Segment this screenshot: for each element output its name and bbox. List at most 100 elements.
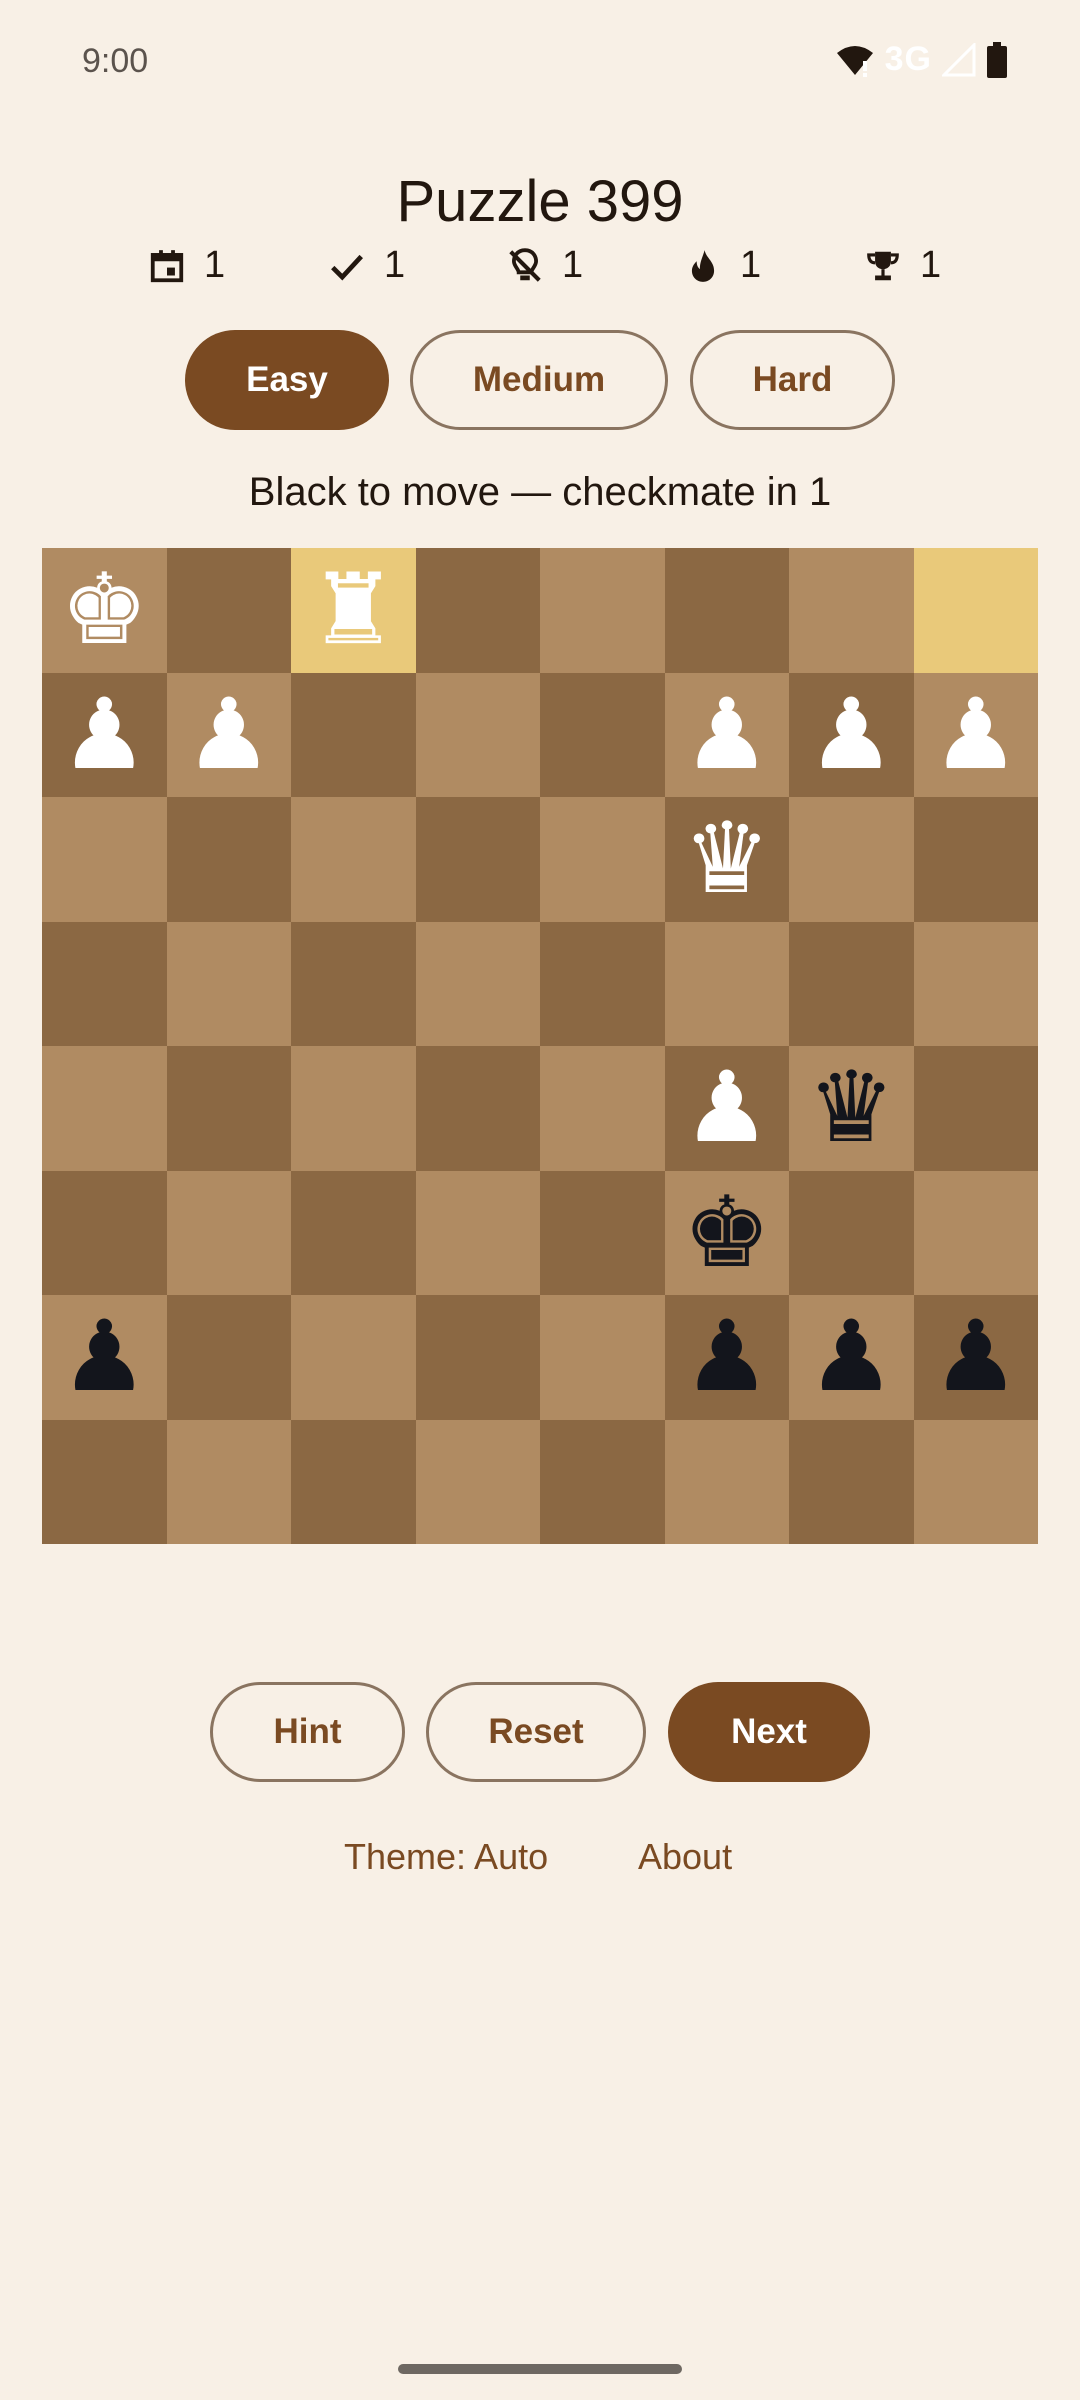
home-indicator[interactable] xyxy=(398,2364,682,2374)
square-f5[interactable] xyxy=(664,921,789,1046)
square-f4[interactable]: ♟ xyxy=(664,1046,789,1171)
black-king-icon[interactable]: ♚ xyxy=(683,1184,771,1282)
square-f3[interactable]: ♚ xyxy=(664,1170,789,1295)
square-h3[interactable] xyxy=(913,1170,1038,1295)
square-f7[interactable]: ♟ xyxy=(664,672,789,797)
battery-icon xyxy=(987,41,1007,78)
square-a8[interactable]: ♚ xyxy=(42,548,167,673)
square-d4[interactable] xyxy=(415,1046,540,1171)
square-f8[interactable] xyxy=(664,548,789,673)
square-a5[interactable] xyxy=(42,921,167,1046)
square-f2[interactable]: ♟ xyxy=(664,1295,789,1420)
next-button[interactable]: Next xyxy=(668,1682,870,1782)
square-h4[interactable] xyxy=(913,1046,1038,1171)
square-b7[interactable]: ♟ xyxy=(166,672,291,797)
black-pawn-icon[interactable]: ♟ xyxy=(683,1308,771,1406)
difficulty-medium-button[interactable]: Medium xyxy=(410,330,668,430)
square-c1[interactable] xyxy=(291,1419,416,1544)
white-queen-icon[interactable]: ♛ xyxy=(683,810,771,908)
square-b3[interactable] xyxy=(166,1170,291,1295)
square-a6[interactable] xyxy=(42,797,167,922)
square-b8[interactable] xyxy=(166,548,291,673)
square-d2[interactable] xyxy=(415,1295,540,1420)
square-g5[interactable] xyxy=(789,921,914,1046)
page-title: Puzzle 399 xyxy=(396,169,684,234)
square-d3[interactable] xyxy=(415,1170,540,1295)
square-f1[interactable] xyxy=(664,1419,789,1544)
square-c5[interactable] xyxy=(291,921,416,1046)
square-c2[interactable] xyxy=(291,1295,416,1420)
square-e8[interactable] xyxy=(540,548,665,673)
white-pawn-icon[interactable]: ♟ xyxy=(683,1059,771,1157)
square-h8[interactable] xyxy=(913,548,1038,673)
square-a7[interactable]: ♟ xyxy=(42,672,167,797)
square-g4[interactable]: ♛ xyxy=(789,1046,914,1171)
theme-toggle[interactable]: Theme: Auto xyxy=(344,1836,548,1878)
square-g1[interactable] xyxy=(789,1419,914,1544)
square-e1[interactable] xyxy=(540,1419,665,1544)
about-link[interactable]: About xyxy=(638,1836,732,1878)
square-e4[interactable] xyxy=(540,1046,665,1171)
square-h6[interactable] xyxy=(913,797,1038,922)
white-pawn-icon[interactable]: ♟ xyxy=(807,686,895,784)
square-b6[interactable] xyxy=(166,797,291,922)
stat-best-value: 1 xyxy=(920,244,942,286)
square-h5[interactable] xyxy=(913,921,1038,1046)
stat-solved-value: 1 xyxy=(384,244,406,286)
white-rook-icon[interactable]: ♜ xyxy=(309,561,397,659)
square-d5[interactable] xyxy=(415,921,540,1046)
stat-solved: 1 xyxy=(328,244,405,287)
square-g7[interactable]: ♟ xyxy=(789,672,914,797)
square-c6[interactable] xyxy=(291,797,416,922)
puzzle-prompt: Black to move — checkmate in 1 xyxy=(248,470,832,514)
square-a2[interactable]: ♟ xyxy=(42,1295,167,1420)
hint-button[interactable]: Hint xyxy=(210,1682,405,1782)
square-g6[interactable] xyxy=(789,797,914,922)
square-c8[interactable]: ♜ xyxy=(291,548,416,673)
difficulty-easy-button[interactable]: Easy xyxy=(185,330,389,430)
chess-board[interactable]: ♚ ♜ ♟ ♟ ♟ ♟ ♟ ♛ ♟ ♛ ♚ ♟ ♟ ♟ ♟ xyxy=(42,548,1038,1544)
square-g3[interactable] xyxy=(789,1170,914,1295)
square-h1[interactable] xyxy=(913,1419,1038,1544)
black-pawn-icon[interactable]: ♟ xyxy=(60,1308,148,1406)
black-pawn-icon[interactable]: ♟ xyxy=(807,1308,895,1406)
stat-no-hints: 1 xyxy=(506,244,583,287)
square-e2[interactable] xyxy=(540,1295,665,1420)
difficulty-hard-button[interactable]: Hard xyxy=(690,330,895,430)
wifi-icon xyxy=(836,45,873,77)
white-pawn-icon[interactable]: ♟ xyxy=(683,686,771,784)
square-h7[interactable]: ♟ xyxy=(913,672,1038,797)
white-pawn-icon[interactable]: ♟ xyxy=(185,686,273,784)
square-d6[interactable] xyxy=(415,797,540,922)
black-queen-icon[interactable]: ♛ xyxy=(807,1059,895,1157)
square-b5[interactable] xyxy=(166,921,291,1046)
action-controls: Hint Reset Next xyxy=(0,1682,1080,1786)
square-h2[interactable]: ♟ xyxy=(913,1295,1038,1420)
square-d7[interactable] xyxy=(415,672,540,797)
square-b2[interactable] xyxy=(166,1295,291,1420)
reset-button[interactable]: Reset xyxy=(426,1682,646,1782)
square-a1[interactable] xyxy=(42,1419,167,1544)
square-c3[interactable] xyxy=(291,1170,416,1295)
square-g8[interactable] xyxy=(789,548,914,673)
square-a4[interactable] xyxy=(42,1046,167,1171)
square-c4[interactable] xyxy=(291,1046,416,1171)
square-f6[interactable]: ♛ xyxy=(664,797,789,922)
square-d8[interactable] xyxy=(415,548,540,673)
white-pawn-icon[interactable]: ♟ xyxy=(60,686,148,784)
white-king-icon[interactable]: ♚ xyxy=(60,561,148,659)
white-pawn-icon[interactable]: ♟ xyxy=(932,686,1020,784)
square-e5[interactable] xyxy=(540,921,665,1046)
black-pawn-icon[interactable]: ♟ xyxy=(932,1308,1020,1406)
square-g2[interactable]: ♟ xyxy=(789,1295,914,1420)
square-b1[interactable] xyxy=(166,1419,291,1544)
difficulty-selector: Easy Medium Hard xyxy=(0,330,1080,434)
square-b4[interactable] xyxy=(166,1046,291,1171)
square-e6[interactable] xyxy=(540,797,665,922)
square-a3[interactable] xyxy=(42,1170,167,1295)
square-e3[interactable] xyxy=(540,1170,665,1295)
square-d1[interactable] xyxy=(415,1419,540,1544)
calendar-icon xyxy=(150,249,184,282)
square-c7[interactable] xyxy=(291,672,416,797)
square-e7[interactable] xyxy=(540,672,665,797)
